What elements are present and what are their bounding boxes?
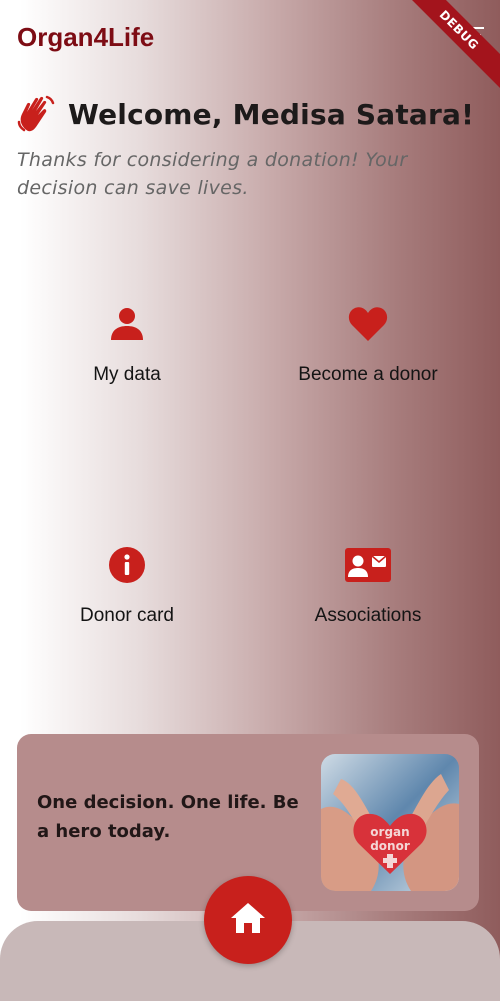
promo-text: One decision. One life. Be a hero today. bbox=[37, 792, 299, 842]
menu-item-label: Become a donor bbox=[298, 364, 438, 385]
home-icon bbox=[231, 903, 265, 937]
contact-card-icon bbox=[345, 545, 391, 585]
home-button[interactable] bbox=[204, 876, 292, 964]
welcome-subtitle: Thanks for considering a donation! Your … bbox=[17, 149, 408, 199]
app-title: Organ4Life bbox=[17, 22, 155, 52]
menu-item-label: Associations bbox=[314, 605, 422, 626]
menu-item-associations[interactable]: Associations bbox=[258, 545, 478, 627]
organ-donor-hands-image: organ donor bbox=[321, 754, 459, 891]
menu-item-donor-card[interactable]: Donor card bbox=[17, 545, 237, 627]
debug-banner: DEBUG bbox=[397, 0, 500, 92]
welcome-header: Welcome, Medisa Satara! bbox=[16, 94, 474, 134]
organ-image-text-line2: donor bbox=[370, 839, 410, 853]
waving-hand-icon bbox=[16, 94, 56, 134]
menu-item-label: My data bbox=[93, 364, 161, 385]
menu-item-label: Donor card bbox=[80, 605, 174, 626]
info-icon bbox=[108, 545, 146, 585]
person-icon bbox=[110, 304, 144, 344]
organ-image-text-line1: organ bbox=[370, 825, 409, 839]
heart-icon bbox=[348, 304, 388, 344]
menu-item-become-donor[interactable]: Become a donor bbox=[258, 304, 478, 386]
menu-item-my-data[interactable]: My data bbox=[17, 304, 237, 386]
welcome-title: Welcome, Medisa Satara! bbox=[68, 97, 475, 131]
